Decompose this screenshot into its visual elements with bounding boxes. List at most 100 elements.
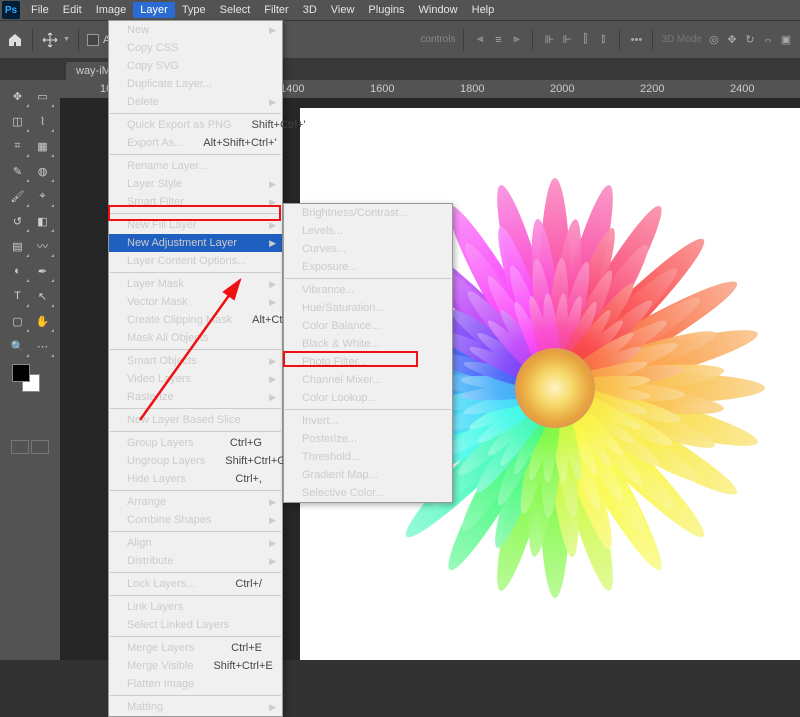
adjustment-menu-hue-saturation[interactable]: Hue/Saturation...	[284, 299, 452, 317]
layer-menu-group-layers[interactable]: Group LayersCtrl+G	[109, 434, 282, 452]
dodge-tool[interactable]: ◐	[6, 259, 30, 283]
adjustment-menu-curves[interactable]: Curves...	[284, 240, 452, 258]
layer-menu-video-layers[interactable]: Video Layers▶	[109, 370, 282, 388]
move-tool-icon[interactable]	[41, 31, 59, 49]
layer-menu-copy-css[interactable]: Copy CSS	[109, 39, 282, 57]
type-tool[interactable]: T	[6, 284, 30, 308]
adjustment-menu-exposure[interactable]: Exposure...	[284, 258, 452, 276]
spot-heal-tool[interactable]: ◍	[31, 159, 55, 183]
hand-tool[interactable]: ✋	[31, 309, 55, 333]
menu-layer[interactable]: Layer	[133, 2, 175, 18]
layer-menu-new-fill-layer[interactable]: New Fill Layer▶	[109, 216, 282, 234]
align-group: ⫷ ≡ ⫸	[472, 32, 524, 48]
brush-tool[interactable]: 🖌	[6, 184, 30, 208]
adjustment-menu-invert[interactable]: Invert...	[284, 412, 452, 430]
3d-roll-icon[interactable]: ↻	[742, 32, 758, 48]
eyedropper-tool[interactable]: ✎	[6, 159, 30, 183]
3d-slide-icon[interactable]: ⇔	[760, 32, 776, 48]
move-tool[interactable]: ✥	[6, 84, 30, 108]
ruler-mark: 2400	[730, 83, 754, 95]
layer-menu-export-as[interactable]: Export As...Alt+Shift+Ctrl+'	[109, 134, 282, 152]
distribute-group: ⊪ ⊩ ⫿ ⫾	[541, 32, 611, 48]
dist-4-icon[interactable]: ⫾	[595, 32, 611, 48]
edit-toolbar-tool[interactable]: ⋯	[31, 334, 55, 358]
layer-menu-mask-all-objects[interactable]: Mask All Objects	[109, 329, 282, 347]
controls-label: controls	[420, 34, 455, 45]
align-center-icon[interactable]: ≡	[490, 32, 506, 48]
menu-file[interactable]: File	[24, 2, 56, 18]
rectangle-tool[interactable]: ▢	[6, 309, 30, 333]
adjustment-menu-color-balance[interactable]: Color Balance...	[284, 317, 452, 335]
menu-edit[interactable]: Edit	[56, 2, 89, 18]
layer-menu-smart-objects[interactable]: Smart Objects▶	[109, 352, 282, 370]
menu-filter[interactable]: Filter	[257, 2, 295, 18]
dist-2-icon[interactable]: ⊩	[559, 32, 575, 48]
layer-menu-create-clipping-mask[interactable]: Create Clipping MaskAlt+Ctrl+G	[109, 311, 282, 329]
pen-tool[interactable]: ✒	[31, 259, 55, 283]
layer-menu-merge-layers: Merge LayersCtrl+E	[109, 639, 282, 657]
adjustment-menu-threshold[interactable]: Threshold...	[284, 448, 452, 466]
layer-menu-quick-export-as-png[interactable]: Quick Export as PNGShift+Ctrl+'	[109, 116, 282, 134]
layer-menu-lock-layers[interactable]: Lock Layers...Ctrl+/	[109, 575, 282, 593]
menu-window[interactable]: Window	[412, 2, 465, 18]
menu-image[interactable]: Image	[89, 2, 134, 18]
foreground-swatch[interactable]	[12, 364, 30, 382]
home-icon[interactable]	[6, 31, 24, 49]
menu-help[interactable]: Help	[465, 2, 502, 18]
adjustment-menu-vibrance[interactable]: Vibrance...	[284, 281, 452, 299]
adjustment-menu-channel-mixer[interactable]: Channel Mixer...	[284, 371, 452, 389]
submenu-arrow-icon: ▶	[269, 238, 276, 249]
menu-select[interactable]: Select	[213, 2, 258, 18]
layer-menu-layer-mask[interactable]: Layer Mask▶	[109, 275, 282, 293]
gradient-tool[interactable]: ▤	[6, 234, 30, 258]
blur-tool[interactable]: 〰	[31, 234, 55, 258]
3d-pan-icon[interactable]: ✥	[724, 32, 740, 48]
lasso-tool[interactable]: ⌇	[31, 109, 55, 133]
layer-menu-rasterize[interactable]: Rasterize▶	[109, 388, 282, 406]
layer-menu-align: Align▶	[109, 534, 282, 552]
frame-tool[interactable]: ▦	[31, 134, 55, 158]
submenu-arrow-icon: ▶	[269, 179, 276, 190]
adjustment-menu-brightness-contrast[interactable]: Brightness/Contrast...	[284, 204, 452, 222]
layer-menu-vector-mask[interactable]: Vector Mask▶	[109, 293, 282, 311]
artboard-tool[interactable]: ▭	[31, 84, 55, 108]
adjustment-menu-levels[interactable]: Levels...	[284, 222, 452, 240]
more-icon[interactable]: •••	[628, 32, 644, 48]
layer-menu-delete[interactable]: Delete▶	[109, 93, 282, 111]
layer-menu-new[interactable]: New▶	[109, 21, 282, 39]
menu-bar: Ps FileEditImageLayerTypeSelectFilter3DV…	[0, 0, 800, 20]
menu-type[interactable]: Type	[175, 2, 213, 18]
layer-menu-arrange[interactable]: Arrange▶	[109, 493, 282, 511]
clone-tool[interactable]: ⌖	[31, 184, 55, 208]
history-tool[interactable]: ↺	[6, 209, 30, 233]
adjustment-menu-black-white[interactable]: Black & White...	[284, 335, 452, 353]
dist-3-icon[interactable]: ⫿	[577, 32, 593, 48]
marquee-tool[interactable]: ◫	[6, 109, 30, 133]
layer-menu-hide-layers[interactable]: Hide LayersCtrl+,	[109, 470, 282, 488]
3d-orbit-icon[interactable]: ◎	[706, 32, 722, 48]
auto-select-checkbox[interactable]	[87, 34, 99, 46]
adjustment-menu-posterize[interactable]: Posterize...	[284, 430, 452, 448]
layer-menu-duplicate-layer[interactable]: Duplicate Layer...	[109, 75, 282, 93]
layer-menu-flatten-image[interactable]: Flatten Image	[109, 675, 282, 693]
color-swatches[interactable]	[2, 364, 58, 400]
align-left-icon[interactable]: ⫷	[472, 32, 488, 48]
adjustment-menu-selective-color[interactable]: Selective Color...	[284, 484, 452, 502]
path-sel-tool[interactable]: ↖	[31, 284, 55, 308]
adjustment-menu-gradient-map[interactable]: Gradient Map...	[284, 466, 452, 484]
mode-3d-label: 3D Mode	[661, 34, 702, 45]
screen-mode[interactable]	[2, 440, 58, 454]
eraser-tool[interactable]: ◧	[31, 209, 55, 233]
adjustment-menu-color-lookup[interactable]: Color Lookup...	[284, 389, 452, 407]
dist-1-icon[interactable]: ⊪	[541, 32, 557, 48]
menu-plugins[interactable]: Plugins	[361, 2, 411, 18]
zoom-tool[interactable]: 🔍	[6, 334, 30, 358]
adjustment-menu-photo-filter[interactable]: Photo Filter...	[284, 353, 452, 371]
crop-tool[interactable]: ⌗	[6, 134, 30, 158]
layer-menu-copy-svg[interactable]: Copy SVG	[109, 57, 282, 75]
menu-3d[interactable]: 3D	[296, 2, 324, 18]
menu-view[interactable]: View	[324, 2, 362, 18]
align-right-icon[interactable]: ⫸	[508, 32, 524, 48]
3d-cam-icon[interactable]: ▣	[778, 32, 794, 48]
layer-menu-new-adjustment-layer[interactable]: New Adjustment Layer▶	[109, 234, 282, 252]
